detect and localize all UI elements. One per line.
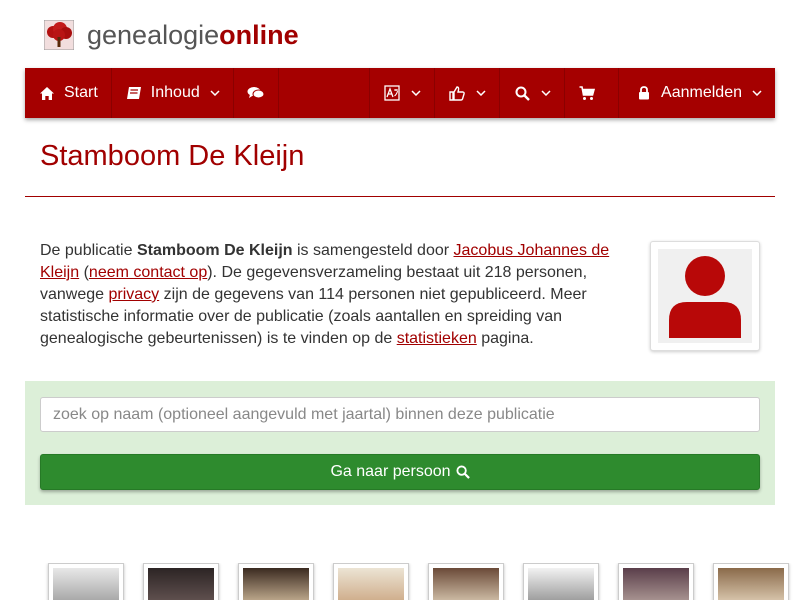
thumbs-up-icon	[448, 84, 466, 102]
portrait-thumbnail[interactable]	[523, 563, 599, 600]
privacy-link[interactable]: privacy	[109, 286, 160, 303]
chevron-down-icon	[411, 90, 421, 96]
publication-description: De publicatie Stamboom De Kleijn is same…	[40, 242, 610, 347]
person-search-input[interactable]	[40, 397, 760, 432]
publication-name: Stamboom De Kleijn	[136, 242, 293, 259]
chevron-down-icon	[476, 90, 486, 96]
search-icon	[513, 84, 531, 102]
portrait-thumbnail[interactable]	[48, 563, 124, 600]
nav-language[interactable]	[370, 68, 436, 118]
lock-icon	[635, 84, 653, 102]
portrait-gallery	[0, 563, 800, 600]
nav-spacer	[279, 68, 371, 118]
nav-start-label: Start	[64, 84, 98, 101]
book-icon	[125, 84, 143, 102]
portrait-thumbnail[interactable]	[428, 563, 504, 600]
site-name: genealogieonline	[87, 19, 299, 50]
tree-logo-icon	[44, 20, 74, 50]
portrait-thumbnail[interactable]	[713, 563, 789, 600]
nav-inhoud[interactable]: Inhoud	[112, 68, 234, 118]
home-icon	[38, 84, 56, 102]
author-avatar[interactable]	[650, 241, 760, 351]
chevron-down-icon	[541, 90, 551, 96]
translate-icon	[383, 84, 401, 102]
nav-aanmelden[interactable]: Aanmelden	[619, 68, 775, 118]
title-divider	[25, 196, 775, 197]
go-to-person-button[interactable]: Ga naar persoon	[40, 454, 760, 490]
nav-chat[interactable]	[234, 68, 279, 118]
portrait-thumbnail[interactable]	[143, 563, 219, 600]
nav-like[interactable]	[435, 68, 501, 118]
nav-inhoud-label: Inhoud	[150, 84, 200, 101]
site-logo[interactable]: genealogieonline	[44, 18, 299, 52]
search-icon	[455, 465, 470, 479]
user-silhouette-icon	[669, 256, 741, 338]
nav-start[interactable]: Start	[25, 68, 112, 118]
nav-aanmelden-label: Aanmelden	[661, 84, 742, 101]
page-title: Stamboom De Kleijn	[40, 140, 305, 172]
chat-icon	[247, 84, 265, 102]
go-to-person-label: Ga naar persoon	[330, 463, 451, 480]
statistics-link[interactable]: statistieken	[397, 330, 477, 347]
chevron-down-icon	[210, 90, 220, 96]
nav-cart[interactable]	[565, 68, 620, 118]
contact-link[interactable]: neem contact op	[89, 264, 207, 281]
nav-search[interactable]	[500, 68, 566, 118]
portrait-thumbnail[interactable]	[238, 563, 314, 600]
person-search-panel: Ga naar persoon	[25, 381, 775, 505]
chevron-down-icon	[752, 90, 762, 96]
portrait-thumbnail[interactable]	[618, 563, 694, 600]
cart-icon	[578, 84, 596, 102]
main-navbar: Start Inhoud Aanmelden	[25, 68, 775, 118]
portrait-thumbnail[interactable]	[333, 563, 409, 600]
